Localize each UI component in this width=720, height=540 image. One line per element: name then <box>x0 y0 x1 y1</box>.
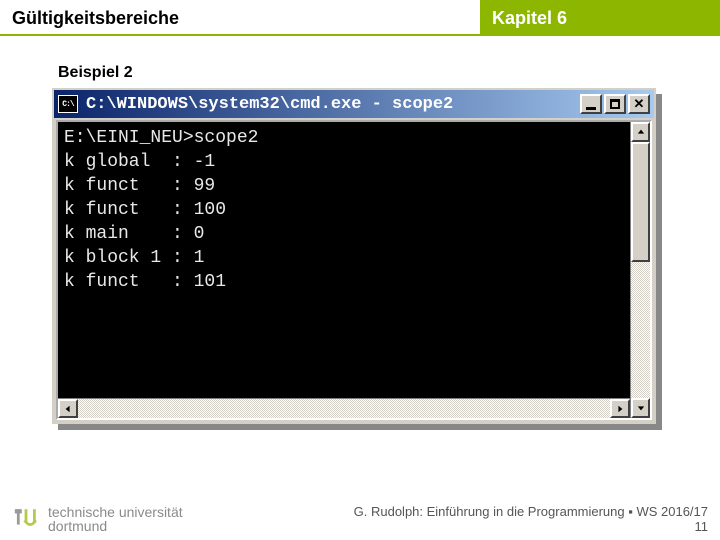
example-label: Beispiel 2 <box>58 64 133 82</box>
cmd-titlebar: C:\ C:\WINDOWS\system32\cmd.exe - scope2 <box>54 90 654 118</box>
scroll-left-button[interactable] <box>58 399 78 418</box>
cmd-output[interactable]: E:\EINI_NEU>scope2 k global : -1 k funct… <box>58 122 630 398</box>
cmd-system-icon[interactable]: C:\ <box>58 95 78 113</box>
footer-credit: G. Rudolph: Einführung in die Programmie… <box>354 504 708 534</box>
close-button[interactable] <box>628 94 650 114</box>
uni-name-line2: dortmund <box>48 519 183 534</box>
vscroll-track[interactable] <box>631 262 650 398</box>
cmd-client-area: E:\EINI_NEU>scope2 k global : -1 k funct… <box>56 120 652 420</box>
header-topic: Gültigkeitsbereiche <box>0 0 480 36</box>
header-chapter: Kapitel 6 <box>480 0 720 36</box>
page-number: 11 <box>354 519 708 534</box>
maximize-button[interactable] <box>604 94 626 114</box>
hscroll-track[interactable] <box>78 399 610 418</box>
university-logo: technische universität dortmund <box>12 505 183 534</box>
uni-name-line1: technische universität <box>48 505 183 520</box>
lecturer-credit: G. Rudolph: Einführung in die Programmie… <box>354 504 708 519</box>
slide-header: Gültigkeitsbereiche Kapitel 6 <box>0 0 720 36</box>
window-controls <box>580 94 650 114</box>
vscroll-thumb[interactable] <box>631 142 650 262</box>
horizontal-scrollbar[interactable] <box>58 398 630 418</box>
tu-logo-icon <box>12 505 40 533</box>
scroll-up-button[interactable] <box>631 122 650 142</box>
cmd-title-text: C:\WINDOWS\system32\cmd.exe - scope2 <box>82 95 576 114</box>
scroll-right-button[interactable] <box>610 399 630 418</box>
scroll-down-button[interactable] <box>631 398 650 418</box>
slide-footer: technische universität dortmund G. Rudol… <box>12 504 708 534</box>
cmd-window: C:\ C:\WINDOWS\system32\cmd.exe - scope2… <box>52 88 656 424</box>
minimize-button[interactable] <box>580 94 602 114</box>
vertical-scrollbar[interactable] <box>630 122 650 418</box>
